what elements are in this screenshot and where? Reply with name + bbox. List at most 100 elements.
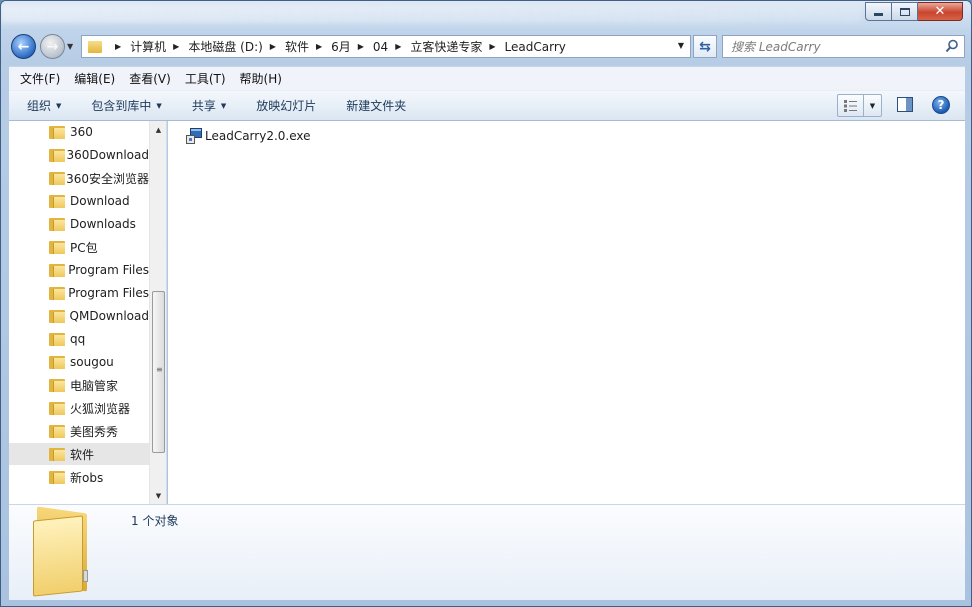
chevron-right-icon[interactable]: ▶ [270,42,276,51]
include-in-library-button[interactable]: 包含到库中 ▼ [91,91,161,120]
tree-item-label: sougou [70,355,114,369]
minimize-button[interactable] [865,2,892,21]
view-details-icon[interactable] [838,95,864,116]
command-bar: 组织 ▼ 包含到库中 ▼ 共享 ▼ 放映幻灯片 新建文件夹 ▼ ? [9,90,965,121]
search-box[interactable] [722,35,965,58]
tree-item-sougou[interactable]: sougou [9,351,149,373]
breadcrumb-label[interactable]: 立客快递专家 [410,38,482,55]
tree-item-360-browser[interactable]: 360安全浏览器 [9,167,149,189]
breadcrumb-04[interactable]: ▶ 04 [351,40,388,54]
file-item[interactable]: LeadCarry2.0.exe [186,128,311,144]
address-bar[interactable]: ▶ 计算机 ▶ 本地磁盘 (D:) ▶ 软件 ▶ 6月 ▶ 04 ▶ 立客快递专家 ▶ Lea… [81,35,691,58]
chevron-right-icon[interactable]: ▶ [115,42,121,51]
grip-icon: ≡ [156,365,163,374]
breadcrumb-label[interactable]: 04 [373,40,388,54]
search-input[interactable] [723,36,941,57]
recent-pages-dropdown[interactable]: ▼ [67,42,73,51]
slideshow-button[interactable]: 放映幻灯片 [256,91,316,120]
folder-icon [49,470,65,484]
menu-file[interactable]: 文件(F) [14,70,66,87]
tree-item-pc-manager[interactable]: 电脑管家 [9,374,149,396]
maximize-button[interactable] [892,2,918,21]
chevron-right-icon[interactable]: ▶ [358,42,364,51]
file-list[interactable]: LeadCarry2.0.exe [168,121,965,504]
breadcrumb-june[interactable]: ▶ 6月 [309,38,351,55]
chevron-down-icon: ▼ [220,101,227,110]
menu-help[interactable]: 帮助(H) [234,70,288,87]
breadcrumb-software[interactable]: ▶ 软件 [263,38,309,55]
preview-pane-icon[interactable] [897,97,913,112]
organize-button[interactable]: 组织 ▼ [27,91,61,120]
breadcrumb-label[interactable]: 6月 [331,38,351,55]
breadcrumb-drive-d[interactable]: ▶ 本地磁盘 (D:) [166,38,263,55]
breadcrumb-label[interactable]: 本地磁盘 (D:) [188,38,262,55]
chevron-right-icon[interactable]: ▶ [395,42,401,51]
menu-tools[interactable]: 工具(T) [179,70,232,87]
forward-button[interactable]: → [40,34,65,59]
explorer-window: ✕ ← → ▼ ▶ 计算机 ▶ 本地磁盘 (D:) ▶ 软件 ▶ 6月 ▶ 04 ▶ 立客快… [0,0,972,607]
help-icon[interactable]: ? [932,96,950,114]
close-button[interactable]: ✕ [918,2,963,21]
breadcrumb-label[interactable]: LeadCarry [505,40,566,54]
back-arrow-icon: ← [17,38,30,55]
tree-item-label: Download [70,194,130,208]
chevron-right-icon[interactable]: ▶ [316,42,322,51]
folder-icon [49,125,65,139]
tree-item-qq[interactable]: qq [9,328,149,350]
folder-icon [88,40,102,53]
tree-item-label: Program Files [68,263,149,277]
new-folder-button[interactable]: 新建文件夹 [346,91,406,120]
tree-item-label: Downloads [70,217,136,231]
folder-icon [49,286,65,300]
scroll-up-icon[interactable]: ▲ [150,121,166,138]
scroll-thumb[interactable]: ≡ [152,291,165,453]
chevron-down-icon: ▼ [156,101,162,110]
menu-edit[interactable]: 编辑(E) [68,70,121,87]
search-icon[interactable] [945,39,959,53]
tree-item-software[interactable]: 软件 [9,443,149,465]
share-label: 共享 [191,99,216,113]
breadcrumb-leadcarry[interactable]: ▶ LeadCarry [482,40,565,54]
tree-item-new-obs[interactable]: 新obs [9,466,149,488]
breadcrumb-likedi[interactable]: ▶ 立客快递专家 [388,38,482,55]
new-folder-label: 新建文件夹 [346,99,407,113]
tree-item-download[interactable]: Download [9,190,149,212]
tree-item-program-files[interactable]: Program Files [9,259,149,281]
tree-item-label: QMDownload [69,309,149,323]
tree-item-firefox[interactable]: 火狐浏览器 [9,397,149,419]
chevron-right-icon[interactable]: ▶ [489,42,495,51]
refresh-button[interactable]: ⇆ [693,35,717,58]
title-bar[interactable]: ✕ [1,1,971,29]
chevron-right-icon[interactable]: ▶ [173,42,179,51]
folder-icon [49,309,65,323]
large-folder-icon [33,506,95,597]
tree-item-program-files-x86[interactable]: Program Files [9,282,149,304]
tree-item-qmdownload[interactable]: QMDownload [9,305,149,327]
tree-item-label: 电脑管家 [70,378,119,393]
tree-item-360download[interactable]: 360Download [9,144,149,166]
file-name: LeadCarry2.0.exe [205,129,311,143]
folder-icon [49,447,65,461]
menu-view[interactable]: 查看(V) [123,70,177,87]
share-button[interactable]: 共享 ▼ [192,91,226,120]
tree-item-downloads[interactable]: Downloads [9,213,149,235]
folder-icon [49,171,65,185]
address-history-dropdown[interactable]: ▼ [678,41,684,50]
item-count: 1 个对象 [131,514,179,528]
nav-scrollbar[interactable]: ▲ ≡ ▼ [149,121,166,504]
breadcrumb-computer[interactable]: ▶ 计算机 [108,38,166,55]
breadcrumb-label[interactable]: 计算机 [130,38,166,55]
exe-icon [186,128,202,144]
tree-item-pc-bao[interactable]: PC包 [9,236,149,258]
breadcrumb-label[interactable]: 软件 [285,38,309,55]
tree-item-360[interactable]: 360 [9,121,149,143]
forward-arrow-icon: → [46,38,59,55]
folder-icon [49,240,65,254]
change-view-button[interactable]: ▼ [837,94,882,117]
tree-item-meitu[interactable]: 美图秀秀 [9,420,149,442]
view-options-dropdown[interactable]: ▼ [864,95,881,116]
organize-label: 组织 [27,99,52,113]
scroll-down-icon[interactable]: ▼ [150,487,166,504]
back-button[interactable]: ← [11,34,36,59]
tree-item-label: qq [70,332,86,346]
